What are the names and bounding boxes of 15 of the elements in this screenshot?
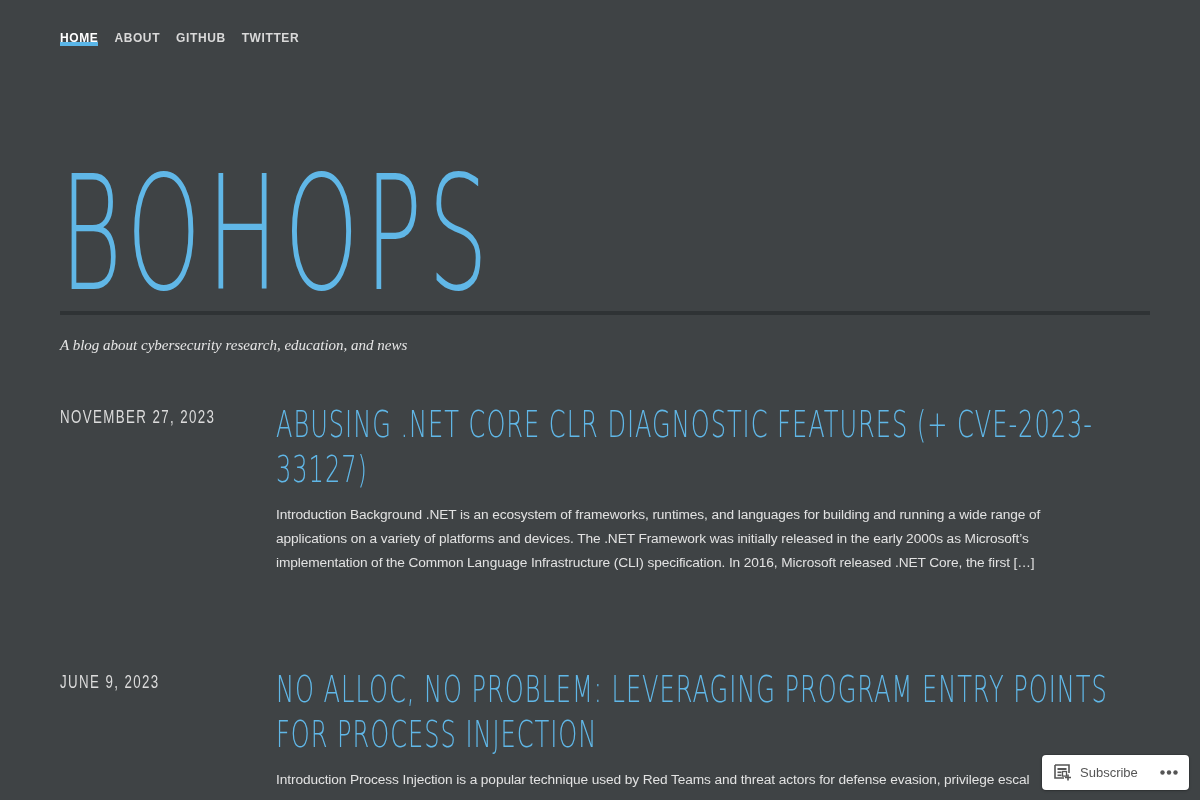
nav-link[interactable]: ABOUT bbox=[114, 30, 161, 46]
post-title-link[interactable]: ABUSING .NET CORE CLR DIAGNOSTIC FEATURES (+ CVE-2023-33127) bbox=[276, 402, 1150, 492]
site-title[interactable]: BOHOPS bbox=[60, 159, 495, 309]
site-tagline: A blog about cybersecurity research, education, and news bbox=[60, 336, 408, 355]
subscribe-button[interactable]: Subscribe bbox=[1042, 755, 1138, 790]
document-plus-icon bbox=[1054, 764, 1072, 781]
post-date[interactable]: NOVEMBER 27, 2023 bbox=[60, 405, 216, 429]
nav-link[interactable]: TWITTER bbox=[241, 30, 300, 46]
post-title-link[interactable]: NO ALLOC, NO PROBLEM: LEVERAGING PROGRAM ENTRY POINTS FOR PROCESS INJECTION bbox=[276, 667, 1150, 757]
nav-link[interactable]: GITHUB bbox=[176, 30, 226, 46]
post-excerpt: Introduction Process Injection is a popular technique used by Red Teams and threat actors for defense evasion, privilege escal bbox=[276, 771, 1030, 789]
post-excerpt: Introduction Background .NET is an ecosystem of frameworks, runtimes, and languages for building and running a wide range of applications on a variety of platforms and devices. The .NET Framework was initially released in the early 2000s as Microsoft’s implementation of the Common Language Infrastructure (CLI) specification. In 2016, Microsoft released .NET Core, the first […] bbox=[276, 506, 1042, 572]
more-icon[interactable] bbox=[1160, 770, 1178, 775]
post-date[interactable]: JUNE 9, 2023 bbox=[60, 670, 160, 694]
nav-link[interactable]: HOME bbox=[60, 30, 99, 46]
